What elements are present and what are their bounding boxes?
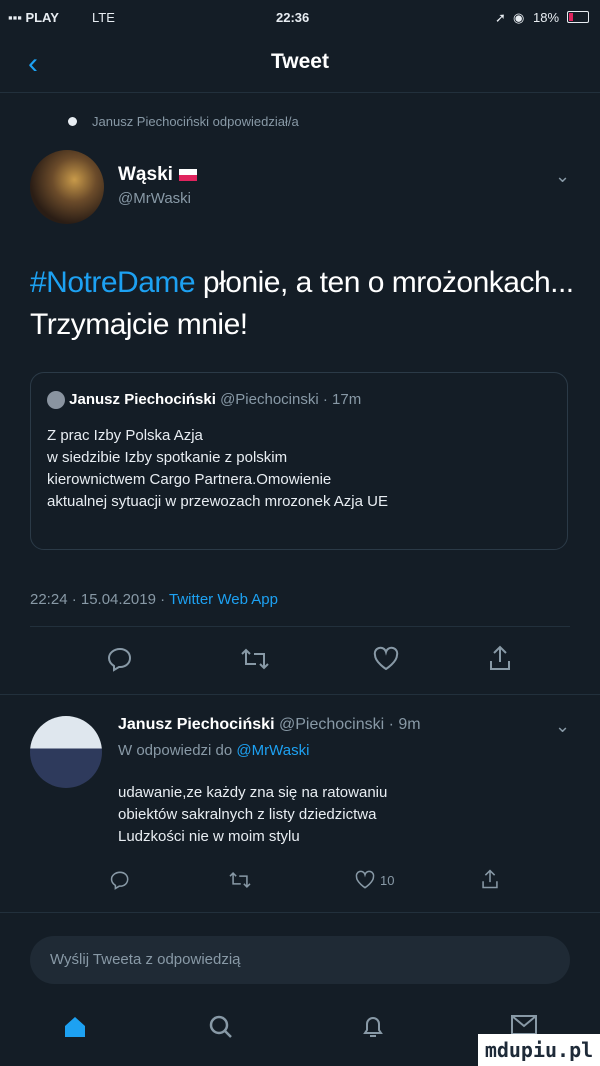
quoted-header: Janusz Piechociński @Piechocinski · 17m: [47, 391, 362, 410]
nav-bar: ‹ Tweet: [0, 40, 600, 90]
alarm-icon: ◉: [513, 10, 525, 25]
share-icon[interactable]: [487, 644, 513, 672]
source-link[interactable]: Twitter Web App: [169, 591, 278, 608]
divider: [0, 92, 600, 93]
reply-icon[interactable]: [107, 646, 133, 672]
like-heart-icon[interactable]: [372, 646, 400, 672]
quoted-name: Janusz Piechociński: [69, 391, 216, 408]
author-handle[interactable]: @MrWaski: [118, 190, 191, 207]
reply-context: Janusz Piechociński odpowiedział/a: [68, 114, 299, 129]
chevron-down-icon[interactable]: ⌄: [555, 716, 570, 737]
tweet-meta: 22:24 · 15.04.2019 · Twitter Web App: [30, 591, 278, 608]
divider: [0, 912, 600, 913]
hashtag-link[interactable]: #NotreDame: [30, 266, 196, 299]
share-icon[interactable]: [480, 868, 500, 890]
quoted-body: Z prac Izby Polska Azja w siedzibie Izby…: [47, 427, 388, 510]
reply-text: udawanie,ze każdy zna się na ratowaniu o…: [118, 784, 388, 845]
reply-author-handle[interactable]: @Piechocinski: [279, 716, 384, 733]
mention-link[interactable]: @MrWaski: [236, 742, 309, 759]
quoted-handle: @Piechocinski: [220, 391, 319, 408]
retweet-icon[interactable]: [240, 646, 270, 672]
like-count: 10: [380, 873, 395, 888]
chevron-down-icon[interactable]: ⌄: [555, 166, 570, 187]
replying-to: W odpowiedzi do @MrWaski: [118, 742, 310, 759]
divider: [30, 626, 570, 627]
reply-time: · 9m: [388, 716, 421, 733]
clock: 22:36: [276, 10, 310, 25]
retweet-icon[interactable]: [228, 870, 252, 890]
quoted-tweet[interactable]: Janusz Piechociński @Piechocinski · 17m …: [30, 372, 568, 550]
reply-author-name[interactable]: Janusz Piechociński: [118, 716, 275, 733]
page-title: Tweet: [271, 50, 329, 73]
battery-icon: [567, 11, 589, 23]
messages-envelope-icon[interactable]: [510, 1014, 538, 1036]
reply-icon[interactable]: [110, 870, 130, 890]
quoted-avatar: [47, 391, 65, 410]
status-bar: ▪▪▪ PLAY LTE 22:36 ➚ ◉ 18%: [0, 0, 600, 36]
author-name[interactable]: Wąski: [118, 164, 197, 186]
timestamp: 22:24 · 15.04.2019 ·: [30, 591, 169, 608]
poland-flag-icon: [178, 168, 197, 181]
reply-header: Janusz Piechociński @Piechocinski · 9m: [118, 716, 421, 734]
location-icon: ➚: [495, 10, 506, 25]
network-type: LTE: [92, 10, 115, 25]
tweet-text: #NotreDame płonie, a ten o mrożonkach...…: [30, 266, 574, 341]
search-icon[interactable]: [208, 1014, 234, 1040]
notifications-bell-icon[interactable]: [360, 1014, 386, 1040]
author-avatar[interactable]: [30, 150, 104, 224]
tweet-actions: [0, 640, 600, 680]
user-icon: [68, 117, 77, 126]
quoted-time: · 17m: [322, 391, 362, 408]
reply-composer[interactable]: Wyślij Tweeta z odpowiedzią: [30, 936, 570, 984]
watermark: mdupiu.pl: [478, 1034, 600, 1066]
like-heart-icon[interactable]: [354, 870, 376, 890]
battery-percent: 18%: [533, 10, 560, 25]
home-icon[interactable]: [62, 1014, 88, 1040]
divider: [0, 694, 600, 695]
composer-placeholder: Wyślij Tweeta z odpowiedzią: [50, 951, 241, 968]
reply-avatar[interactable]: [30, 716, 102, 788]
signal-carrier: ▪▪▪ PLAY: [8, 10, 59, 25]
